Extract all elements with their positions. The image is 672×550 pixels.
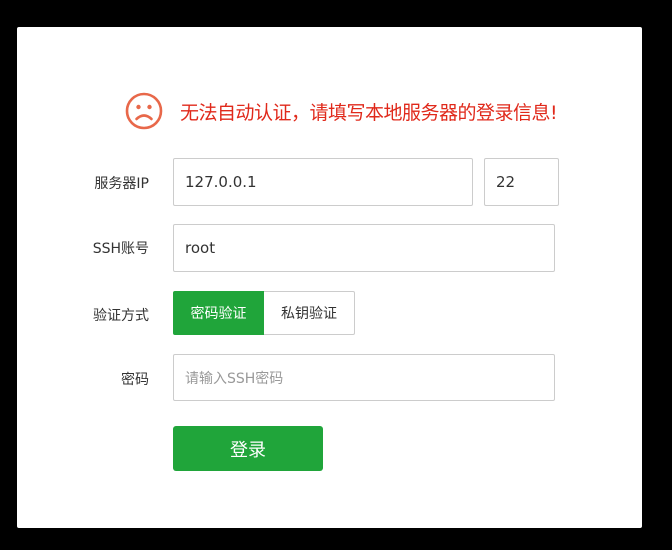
login-button[interactable]: 登录 [173, 426, 323, 471]
password-placeholder: 请输入SSH密码 [185, 370, 284, 387]
password-label: 密码 [121, 372, 149, 388]
password-auth-option[interactable]: 密码验证 [173, 291, 264, 335]
auth-method-toggle: 密码验证 私钥验证 [173, 291, 355, 335]
ssh-account-input[interactable]: root [173, 224, 555, 272]
auth-method-label: 验证方式 [93, 308, 149, 324]
ssh-account-label: SSH账号 [92, 241, 149, 257]
port-value: 22 [496, 173, 516, 191]
private-key-auth-option[interactable]: 私钥验证 [264, 291, 355, 335]
server-ip-label: 服务器IP [94, 176, 149, 192]
password-input[interactable]: 请输入SSH密码 [173, 354, 555, 401]
sad-face-icon [125, 92, 163, 130]
ssh-account-value: root [185, 239, 216, 257]
auth-failed-alert: 无法自动认证，请填写本地服务器的登录信息! [125, 91, 558, 131]
port-input[interactable]: 22 [484, 158, 559, 206]
server-ip-value: 127.0.0.1 [185, 173, 257, 191]
server-ip-input[interactable]: 127.0.0.1 [173, 158, 473, 206]
ssh-login-dialog: 无法自动认证，请填写本地服务器的登录信息! 服务器IP 127.0.0.1 22… [17, 27, 642, 528]
alert-message: 无法自动认证，请填写本地服务器的登录信息! [180, 101, 558, 124]
